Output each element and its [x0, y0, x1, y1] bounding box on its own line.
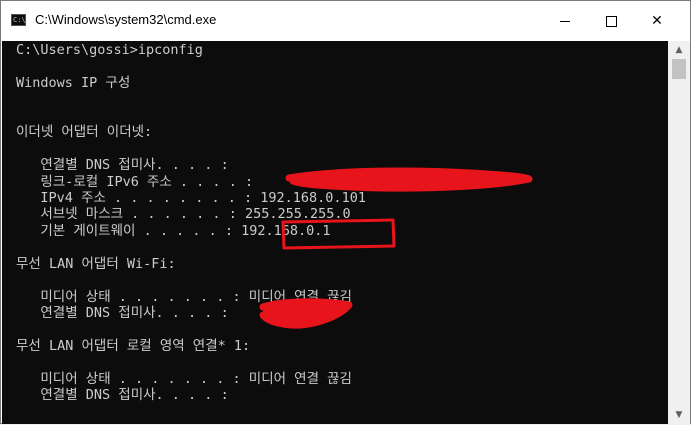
scroll-thumb[interactable]: [672, 59, 686, 79]
console-line: 서브넷 마스크 . . . . . . : 255.255.255.0: [16, 206, 351, 222]
console-line-header: Windows IP 구성: [16, 75, 131, 91]
console-line-section: 무선 LAN 어댑터 Wi-Fi:: [16, 256, 176, 272]
console-line-section: 무선 LAN 어댑터 로컬 영역 연결* 1:: [16, 338, 251, 354]
vertical-scrollbar[interactable]: ▲ ▼: [668, 41, 690, 424]
minimize-button[interactable]: [542, 1, 588, 41]
window-title: C:\Windows\system32\cmd.exe: [35, 12, 217, 27]
title-bar[interactable]: C:\ C:\Windows\system32\cmd.exe ✕: [1, 1, 690, 41]
scroll-up-icon[interactable]: ▲: [668, 41, 690, 59]
cmd-window: C:\ C:\Windows\system32\cmd.exe ✕ C:\Use…: [0, 0, 691, 424]
console-line: 연결별 DNS 접미사. . . . :: [16, 157, 229, 173]
console-line: IPv4 주소 . . . . . . . . : 192.168.0.101: [16, 190, 366, 206]
console-line-section: 이더넷 어댑터 이더넷:: [16, 124, 153, 140]
cmd-icon: C:\: [11, 14, 26, 26]
maximize-icon: [605, 15, 617, 27]
console-line: 연결별 DNS 접미사. . . . :: [16, 305, 229, 321]
minimize-icon: [560, 20, 570, 22]
console-line: 연결별 DNS 접미사. . . . :: [16, 387, 229, 403]
close-icon: ✕: [651, 13, 663, 29]
scroll-down-icon[interactable]: ▼: [668, 406, 690, 424]
console-line-prompt: C:\Users\gossi>ipconfig: [16, 42, 203, 58]
console-line: 미디어 상태 . . . . . . . : 미디어 연결 끊김: [16, 289, 352, 305]
console-output[interactable]: C:\Users\gossi>ipconfig Windows IP 구성 이더…: [2, 41, 668, 424]
console-line: 미디어 상태 . . . . . . . : 미디어 연결 끊김: [16, 371, 352, 387]
console-line-gateway: 기본 게이트웨이 . . . . . : 192.168.0.1: [16, 223, 331, 239]
maximize-button[interactable]: [588, 1, 634, 41]
console-line: 링크-로컬 IPv6 주소 . . . . :: [16, 174, 254, 190]
close-button[interactable]: ✕: [634, 1, 680, 41]
